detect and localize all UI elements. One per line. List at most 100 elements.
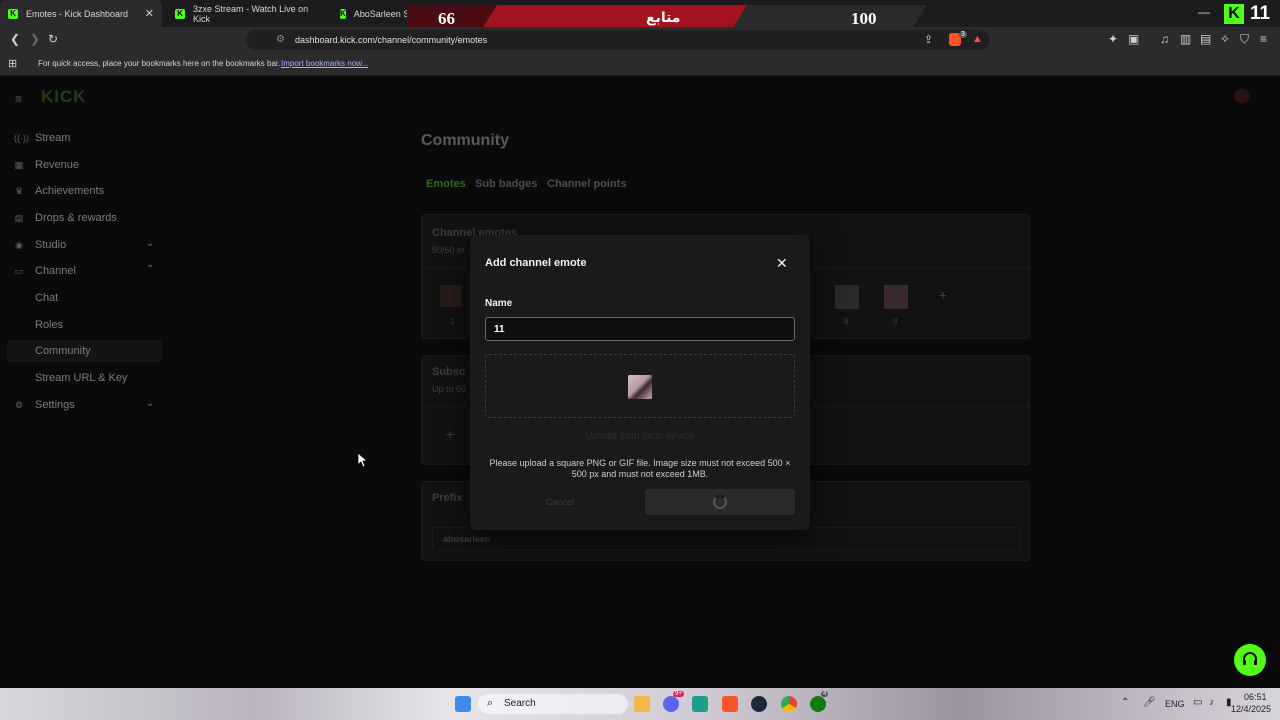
screenshot-icon[interactable]: ▣: [1128, 33, 1139, 45]
modal-title: Add channel emote: [485, 257, 587, 269]
page-title: Community: [421, 132, 509, 149]
emote-thumbnail[interactable]: [884, 285, 908, 309]
kick-favicon-icon: K: [340, 8, 346, 19]
tab-sub-badges[interactable]: Sub badges: [475, 178, 537, 190]
url-text: dashboard.kick.com/channel/community/emo…: [295, 35, 488, 45]
drops-icon: ▤: [14, 213, 24, 223]
network-icon[interactable]: ▭: [1193, 697, 1202, 708]
site-info-icon[interactable]: ⚙: [276, 34, 285, 45]
sidebar-item-label: Drops & rewards: [35, 212, 117, 224]
mouse-cursor-icon: [358, 453, 368, 467]
add-emote-plus-icon[interactable]: +: [939, 287, 947, 303]
kick-logo-icon: K: [1224, 4, 1244, 24]
discord-badge: 9+: [673, 691, 684, 697]
close-icon[interactable]: ✕: [776, 255, 788, 272]
tray-chevron-icon[interactable]: ⌃: [1121, 697, 1129, 708]
revenue-icon: ▦: [14, 160, 24, 170]
sidebar-item-channel[interactable]: ▭ Channel ⌃: [0, 260, 162, 282]
trophy-icon: ♛: [14, 186, 24, 196]
media-icon[interactable]: ♫: [1160, 33, 1169, 45]
emote-thumbnail[interactable]: [440, 285, 462, 307]
emote-name-input[interactable]: [485, 317, 795, 341]
brave-browser-icon[interactable]: [722, 696, 738, 712]
back-icon[interactable]: ❮: [10, 33, 20, 45]
sidebar-item-achievements[interactable]: ♛ Achievements: [0, 180, 162, 202]
emote-thumbnail[interactable]: [835, 285, 859, 309]
microphone-icon[interactable]: 🎤︎: [1143, 697, 1156, 708]
discord-icon[interactable]: [663, 696, 679, 712]
forward-icon[interactable]: ❯: [30, 33, 40, 45]
tab-3zxe[interactable]: K 3zxe Stream - Watch Live on Kick: [167, 0, 327, 27]
sidebar-item-studio[interactable]: ◉ Studio ⌄: [0, 234, 162, 256]
sidebar-item-label: Community: [35, 345, 91, 357]
tab-emotes[interactable]: K Emotes - Kick Dashboard ✕: [0, 0, 162, 27]
chevron-up-icon: ⌃: [146, 264, 155, 275]
apps-grid-icon[interactable]: ⊞: [8, 58, 17, 70]
minimize-icon[interactable]: —: [1198, 6, 1210, 18]
tab-emotes[interactable]: Emotes: [426, 178, 466, 190]
studio-icon: ◉: [15, 240, 23, 250]
upload-from-device-button[interactable]: Upload from local device: [575, 431, 705, 445]
close-tab-icon[interactable]: ✕: [145, 7, 154, 20]
kick-favicon-icon: K: [8, 8, 18, 19]
upload-hint: Please upload a square PNG or GIF file. …: [489, 458, 791, 479]
kick-favicon-icon: K: [175, 8, 185, 19]
hamburger-menu-icon[interactable]: ≡: [15, 92, 22, 106]
brave-rewards-icon[interactable]: ▲: [972, 33, 983, 45]
loading-spinner-icon: [713, 495, 727, 509]
bookmarks-hint: For quick access, place your bookmarks h…: [38, 59, 281, 68]
bookmarks-bar: ⊞ For quick access, place your bookmarks…: [0, 53, 1280, 76]
sidebar-icon[interactable]: ▥: [1180, 33, 1191, 45]
sidebar-item-drops[interactable]: ▤ Drops & rewards: [0, 207, 162, 229]
headset-icon: [1243, 652, 1257, 665]
add-sub-emote-plus-icon[interactable]: +: [446, 426, 454, 442]
help-chat-button[interactable]: [1234, 644, 1266, 676]
import-bookmarks-link[interactable]: Import bookmarks now...: [281, 59, 368, 68]
sidebar-item-chat[interactable]: Chat: [0, 287, 162, 309]
cancel-button[interactable]: Cancel: [485, 489, 635, 515]
taskbar-search[interactable]: ⌕ Search: [478, 694, 628, 714]
sidebar-item-label: Channel: [35, 265, 76, 277]
tab-channel-points[interactable]: Channel points: [547, 178, 626, 190]
sidebar-item-stream[interactable]: ((·)) Stream: [0, 127, 162, 149]
xbox-icon[interactable]: [810, 696, 826, 712]
file-explorer-icon[interactable]: [634, 696, 650, 712]
clock-time[interactable]: 06:51: [1244, 692, 1267, 702]
sidebar-item-settings[interactable]: ⚙ Settings ⌄: [0, 394, 162, 416]
chevron-down-icon: ⌄: [146, 238, 155, 249]
emote-number: 1: [450, 317, 455, 326]
sidebar-item-community[interactable]: Community: [7, 340, 162, 362]
sidebar-item-stream-url-key[interactable]: Stream URL & Key: [0, 367, 162, 389]
chevron-down-icon: ⌄: [146, 398, 155, 409]
prefix-input[interactable]: abosarleen: [432, 527, 1020, 551]
reload-icon[interactable]: ↻: [48, 33, 58, 45]
app-icon[interactable]: [692, 696, 708, 712]
prefix-title: Prefix: [432, 492, 463, 504]
volume-icon[interactable]: ♪: [1209, 697, 1214, 708]
url-field[interactable]: ⚙ dashboard.kick.com/channel/community/e…: [246, 30, 990, 50]
language-indicator[interactable]: ENG: [1165, 699, 1185, 709]
browser-tab-bar: K Emotes - Kick Dashboard ✕ K 3zxe Strea…: [0, 0, 1280, 29]
menu-icon[interactable]: ≡: [1260, 33, 1267, 45]
upload-dropzone[interactable]: [485, 354, 795, 418]
prefix-value: abosarleen: [443, 534, 491, 544]
leo-ai-icon[interactable]: ✧: [1220, 33, 1230, 45]
sidebar-item-roles[interactable]: Roles: [0, 314, 162, 336]
sidebar-item-revenue[interactable]: ▦ Revenue: [0, 154, 162, 176]
kick-logo[interactable]: KICK: [41, 87, 87, 107]
share-icon[interactable]: ⇪: [924, 33, 933, 46]
windows-taskbar: ⌕ Search 9+ 4 ⌃ 🎤︎ ENG ▭ ♪ ▮ 06:51 12/4/…: [0, 688, 1280, 720]
vpn-icon[interactable]: ⛉: [1240, 33, 1249, 45]
broadcast-icon: ((·)): [14, 133, 29, 143]
overlay-center-text: متابع: [646, 10, 681, 26]
shields-badge: 3: [959, 31, 967, 38]
wallet-icon[interactable]: ▤: [1200, 33, 1211, 45]
clock-date[interactable]: 12/4/2025: [1231, 704, 1271, 714]
emote-preview-image: [628, 375, 652, 399]
submit-button[interactable]: [645, 489, 795, 515]
extensions-icon[interactable]: ✦: [1108, 33, 1118, 45]
user-avatar[interactable]: [1234, 89, 1250, 103]
start-button-icon[interactable]: [455, 696, 471, 712]
steam-icon[interactable]: [751, 696, 767, 712]
chrome-icon[interactable]: [781, 696, 797, 712]
